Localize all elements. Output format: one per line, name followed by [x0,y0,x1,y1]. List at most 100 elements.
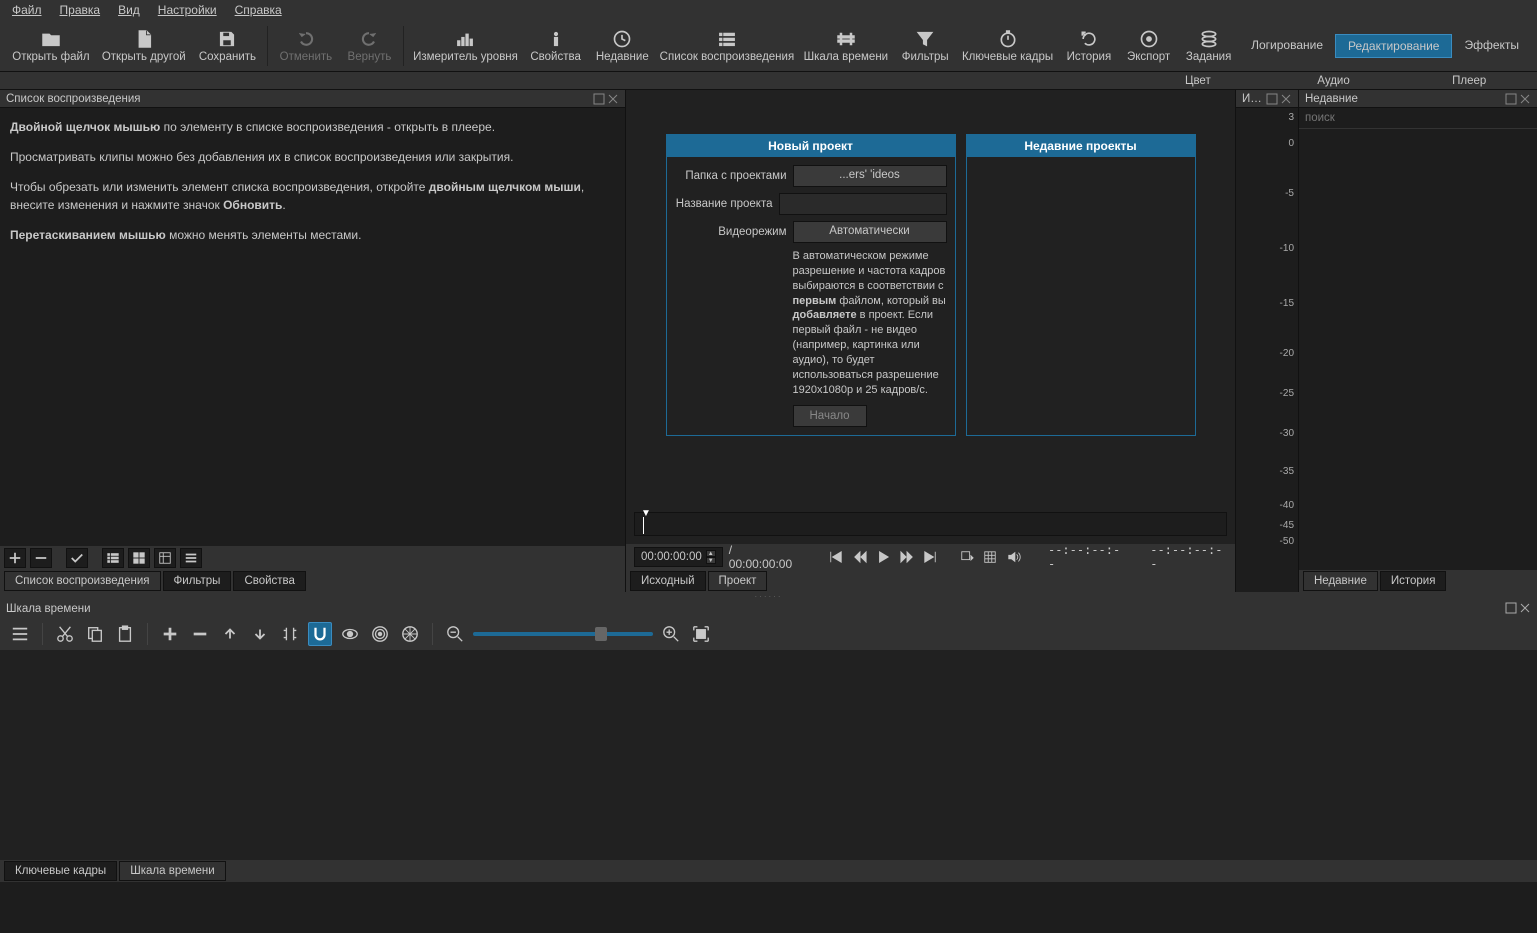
close-icon[interactable] [1280,93,1292,105]
tl-split-button[interactable] [278,622,302,646]
preview-panel: Новый проект Папка с проектами ...ers' '… [626,90,1236,592]
keyframes-button[interactable]: Ключевые кадры [956,22,1058,70]
splitter[interactable]: ······ [0,592,1537,600]
menu-help[interactable]: Справка [227,1,290,19]
tab-project[interactable]: Проект [708,571,768,591]
skip-start-button[interactable] [828,548,845,566]
tab-properties[interactable]: Свойства [233,571,306,591]
tc-down[interactable]: ▼ [706,557,716,564]
tl-remove-button[interactable] [188,622,212,646]
tl-cut-button[interactable] [53,622,77,646]
tab-history[interactable]: История [1380,571,1447,591]
playlist-tabs: Список воспроизведения Фильтры Свойства [0,570,625,592]
tab-timeline[interactable]: Шкала времени [119,861,226,881]
playlist-header: Список воспроизведения [0,90,625,108]
rewind-button[interactable] [851,548,868,566]
zoom-menu-button[interactable] [958,548,975,566]
start-button[interactable]: Начало [793,405,867,427]
timeline-button[interactable]: Шкала времени [798,22,894,70]
transport-bar: 00:00:00:00 ▲▼ / 00:00:00:00 --:--:--:--… [626,544,1235,570]
project-folder-label: Папка с проектами [675,170,787,182]
menu-file[interactable]: Файл [4,1,50,19]
tl-snap-button[interactable] [308,622,332,646]
sublayout-player[interactable]: Плеер [1401,74,1537,88]
recent-body [1299,129,1537,570]
properties-button[interactable]: Свойства [523,22,589,70]
playlist-remove-button[interactable] [30,548,52,568]
recent-button[interactable]: Недавние [588,22,656,70]
undock-icon[interactable] [1266,93,1278,105]
tl-zoom-fit-button[interactable] [689,622,713,646]
export-button[interactable]: Экспорт [1119,22,1178,70]
forward-button[interactable] [898,548,915,566]
tab-playlist[interactable]: Список воспроизведения [4,571,161,591]
tab-keyframes[interactable]: Ключевые кадры [4,861,117,881]
level-meter-button[interactable]: Измеритель уровня [408,22,523,70]
menu-edit[interactable]: Правка [52,1,109,19]
undock-icon[interactable] [1505,602,1517,617]
layout-tab-effects[interactable]: Эффекты [1452,34,1531,58]
open-other-button[interactable]: Открыть другой [96,22,192,70]
menu-view[interactable]: Вид [110,1,148,19]
open-file-button[interactable]: Открыть файл [6,22,96,70]
playlist-add-button[interactable] [4,548,26,568]
tl-paste-button[interactable] [113,622,137,646]
save-button[interactable]: Сохранить [192,22,264,70]
close-icon[interactable] [1519,93,1531,105]
playlist-title: Список воспроизведения [6,93,593,105]
playlist-view-grid-button[interactable] [128,548,150,568]
tl-zoom-in-button[interactable] [659,622,683,646]
video-mode-button[interactable]: Автоматически [793,221,947,243]
playlist-panel: Список воспроизведения Двойной щелчок мы… [0,90,626,592]
project-name-input[interactable] [779,193,947,215]
close-icon[interactable] [1519,602,1531,617]
tl-append-button[interactable] [158,622,182,646]
tl-zoom-out-button[interactable] [443,622,467,646]
playlist-help: Двойной щелчок мышью по элементу в списк… [0,108,625,546]
tl-scrub-button[interactable] [338,622,362,646]
playlist-check-button[interactable] [66,548,88,568]
playlist-view-list-button[interactable] [102,548,124,568]
sublayout-audio[interactable]: Аудио [1266,74,1402,88]
skip-end-button[interactable] [921,548,938,566]
tc-up[interactable]: ▲ [706,550,716,557]
menu-settings[interactable]: Настройки [150,1,225,19]
layout-tab-editing[interactable]: Редактирование [1335,34,1452,58]
tab-source[interactable]: Исходный [630,571,706,591]
funnel-icon [915,29,935,49]
playlist-view-detail-button[interactable] [154,548,176,568]
tl-copy-button[interactable] [83,622,107,646]
undock-icon[interactable] [1505,93,1517,105]
tl-lift-button[interactable] [218,622,242,646]
tl-ripple-button[interactable] [368,622,392,646]
jobs-button[interactable]: Задания [1178,22,1239,70]
undo-button[interactable]: Отменить [272,22,339,70]
undock-icon[interactable] [593,93,605,105]
layout-sub-row: Цвет Аудио Плеер [0,72,1537,90]
timecode-current[interactable]: 00:00:00:00 ▲▼ [634,547,723,567]
grid-menu-button[interactable] [982,548,999,566]
tl-ripple-all-button[interactable] [398,622,422,646]
project-folder-button[interactable]: ...ers' 'ideos [793,165,947,187]
playlist-button[interactable]: Список воспроизведения [656,22,798,70]
layout-tab-logging[interactable]: Логирование [1239,34,1335,58]
tl-menu-button[interactable] [8,622,32,646]
play-button[interactable] [874,548,891,566]
tl-overwrite-button[interactable] [248,622,272,646]
filters-button[interactable]: Фильтры [894,22,956,70]
redo-button[interactable]: Вернуть [340,22,400,70]
scrubber[interactable]: ▼ [634,512,1227,536]
auto-mode-description: В автоматическом режиме разрешение и час… [675,249,947,397]
close-icon[interactable] [607,93,619,105]
timeline-body[interactable] [0,650,1537,860]
history-button[interactable]: История [1059,22,1119,70]
zoom-slider[interactable] [473,632,653,636]
redo-icon [359,29,379,49]
tab-filters[interactable]: Фильтры [163,571,232,591]
tab-recent[interactable]: Недавние [1303,571,1378,591]
volume-button[interactable] [1005,548,1022,566]
zoom-thumb[interactable] [595,627,607,641]
playlist-menu-button[interactable] [180,548,202,568]
recent-search-input[interactable] [1299,108,1537,129]
sublayout-color[interactable]: Цвет [1130,74,1266,88]
